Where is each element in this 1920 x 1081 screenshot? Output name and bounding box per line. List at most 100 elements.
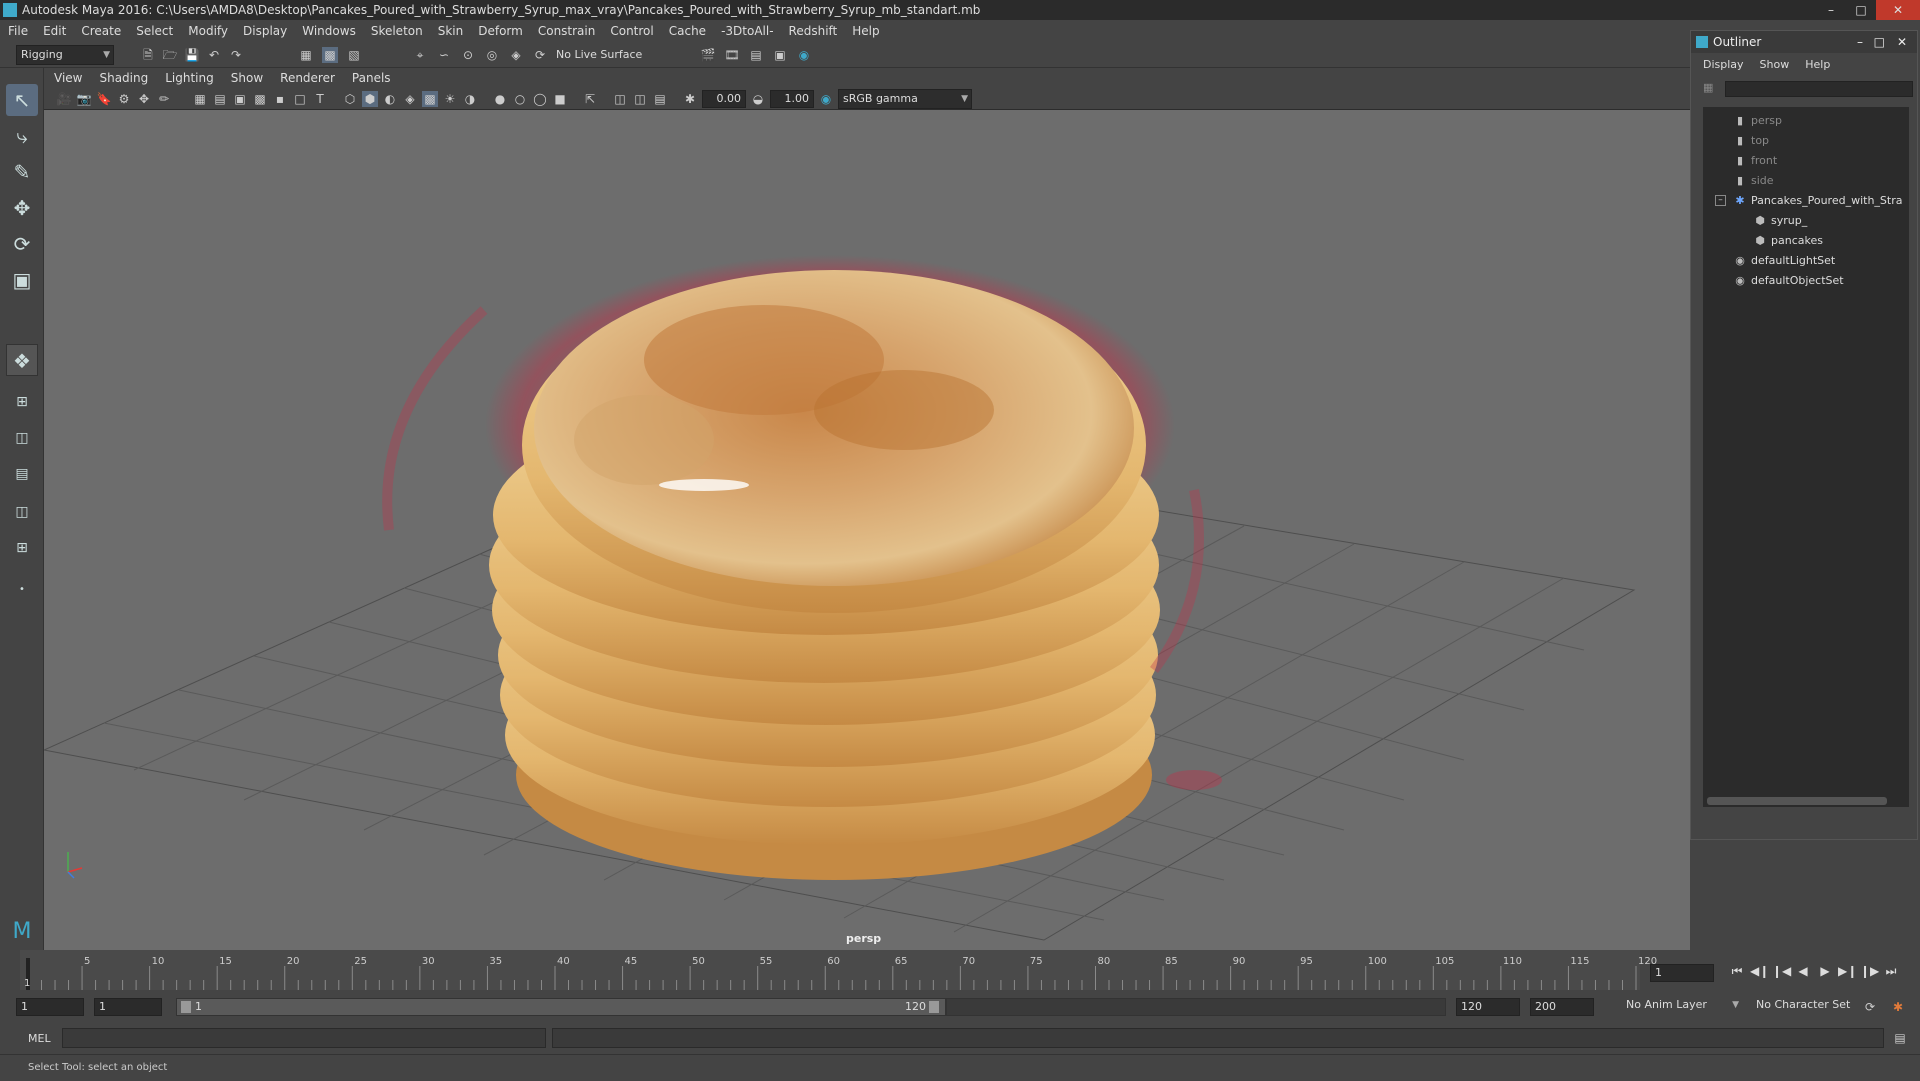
xray-icon[interactable]: ◫ — [612, 91, 628, 107]
snap-view-icon[interactable]: ◎ — [484, 47, 500, 63]
move-tool-icon[interactable]: ✥ — [6, 192, 38, 224]
panel-menu-shading[interactable]: Shading — [99, 71, 148, 85]
shadows-icon[interactable]: ◑ — [462, 91, 478, 107]
range-start-handle[interactable] — [181, 1001, 191, 1013]
close-icon[interactable]: ✕ — [1876, 0, 1920, 20]
step-forward-key-icon[interactable]: ❙▶ — [1860, 962, 1879, 980]
maximize-icon[interactable]: □ — [1846, 0, 1876, 20]
script-editor-icon[interactable]: ▤ — [1892, 1030, 1908, 1046]
outliner-search-input[interactable] — [1725, 81, 1913, 97]
exposure-field[interactable]: 0.00 — [702, 90, 746, 108]
scale-tool-icon[interactable]: ▣ — [6, 264, 38, 296]
panel-menu-renderer[interactable]: Renderer — [280, 71, 335, 85]
menu-create[interactable]: Create — [81, 24, 121, 38]
render-icon[interactable]: 🎬 — [700, 47, 716, 63]
maximize-icon[interactable]: □ — [1874, 31, 1885, 53]
scene-end-field[interactable]: 200 — [1530, 998, 1594, 1016]
undo-icon[interactable]: ↶ — [206, 47, 222, 63]
multisample-aa-icon[interactable]: ◯ — [532, 91, 548, 107]
panel-menu-panels[interactable]: Panels — [352, 71, 391, 85]
persp-outliner-layout-icon[interactable]: ◫ — [6, 422, 38, 454]
motion-blur-icon[interactable]: ○ — [512, 91, 528, 107]
step-back-key-icon[interactable]: ◀❙ — [1750, 962, 1769, 980]
menu-modify[interactable]: Modify — [188, 24, 228, 38]
save-scene-icon[interactable]: 💾 — [184, 47, 200, 63]
menu-edit[interactable]: Edit — [43, 24, 66, 38]
outliner-item[interactable]: ✱ Pancakes_Poured_with_Stra — [1733, 191, 1902, 211]
filter-icon[interactable]: ▦ — [1703, 81, 1713, 94]
isolate-select-icon[interactable]: ⇱ — [582, 91, 598, 107]
render-view-icon[interactable]: ◉ — [796, 47, 812, 63]
menu-file[interactable]: File — [8, 24, 28, 38]
panel-menu-view[interactable]: View — [54, 71, 82, 85]
anim-layer-dropdown[interactable]: No Anim Layer ▼ — [1622, 996, 1742, 1016]
menu-help[interactable]: Help — [852, 24, 879, 38]
rotate-tool-icon[interactable]: ⟳ — [6, 228, 38, 260]
snap-point-icon[interactable]: ⊙ — [460, 47, 476, 63]
menu-deform[interactable]: Deform — [478, 24, 523, 38]
xray-joints-icon[interactable]: ◫ — [632, 91, 648, 107]
outliner-item[interactable]: ◉ defaultObjectSet — [1733, 271, 1843, 291]
smooth-shade-icon[interactable]: ⬢ — [362, 91, 378, 107]
play-forward-icon[interactable]: ▶ — [1816, 962, 1834, 980]
resolution-gate-icon[interactable]: ▣ — [232, 91, 248, 107]
snap-surface-icon[interactable]: ◈ — [508, 47, 524, 63]
perspective-viewport[interactable]: persp — [44, 110, 1690, 950]
menuset-dropdown[interactable]: Rigging ▼ — [16, 45, 114, 65]
hypershade-icon[interactable]: ▣ — [772, 47, 788, 63]
animation-preferences-icon[interactable]: ✱ — [1890, 999, 1906, 1015]
menu-cache[interactable]: Cache — [669, 24, 706, 38]
step-back-frame-icon[interactable]: ❙◀ — [1772, 962, 1791, 980]
time-slider[interactable]: 5 10 15 20 25 30 35 40 45 50 55 60 65 70 75 80 85 90 95 100… — [0, 950, 1920, 990]
make-live-icon[interactable]: ⟳ — [532, 47, 548, 63]
outliner-item[interactable]: ⬢ pancakes — [1753, 231, 1823, 251]
command-input[interactable] — [62, 1028, 546, 1048]
go-to-end-icon[interactable]: ⏭ — [1882, 962, 1900, 980]
new-scene-icon[interactable]: 🗎 — [140, 47, 156, 63]
select-component-icon[interactable]: ▧ — [346, 47, 362, 63]
outliner-menu-help[interactable]: Help — [1805, 58, 1830, 71]
panel-menu-lighting[interactable]: Lighting — [165, 71, 214, 85]
collapse-icon[interactable]: – — [1715, 195, 1726, 206]
playback-end-field[interactable]: 120 — [1456, 998, 1520, 1016]
gate-mask-icon[interactable]: ▩ — [252, 91, 268, 107]
2d-pan-zoom-icon[interactable]: ✥ — [136, 91, 152, 107]
grease-pencil-icon[interactable]: ✏ — [156, 91, 172, 107]
persp-hypershade-layout-icon[interactable]: ◫ — [6, 496, 38, 528]
wireframe-icon[interactable]: ⬡ — [342, 91, 358, 107]
gamma-field[interactable]: 1.00 — [770, 90, 814, 108]
menu-windows[interactable]: Windows — [302, 24, 356, 38]
image-plane-icon[interactable]: ⚙ — [116, 91, 132, 107]
persp-graph-layout-icon[interactable]: ▤ — [6, 458, 38, 490]
single-perspective-layout-icon[interactable]: ❖ — [6, 344, 38, 376]
current-frame-field[interactable]: 1 — [1650, 964, 1714, 982]
menu-select[interactable]: Select — [136, 24, 173, 38]
depth-of-field-icon[interactable]: ■ — [552, 91, 568, 107]
auto-key-icon[interactable]: ⟳ — [1862, 999, 1878, 1015]
screen-space-ao-icon[interactable]: ● — [492, 91, 508, 107]
menu-control[interactable]: Control — [610, 24, 653, 38]
character-set-dropdown[interactable]: No Character Set — [1752, 996, 1864, 1016]
minimize-icon[interactable]: – — [1816, 0, 1846, 20]
menu-skin[interactable]: Skin — [438, 24, 464, 38]
persp-uv-layout-icon[interactable]: ⊞ — [6, 532, 38, 564]
go-to-start-icon[interactable]: ⏮ — [1728, 962, 1746, 980]
snap-grid-icon[interactable]: ⌖ — [412, 47, 428, 63]
outliner-menu-display[interactable]: Display — [1703, 58, 1744, 71]
outliner-item[interactable]: ▮ front — [1733, 151, 1777, 171]
textured-icon[interactable]: ▩ — [422, 91, 438, 107]
open-scene-icon[interactable]: 🗁 — [162, 47, 178, 63]
film-gate-icon[interactable]: ▤ — [212, 91, 228, 107]
outliner-item[interactable]: ⬢ syrup_ — [1753, 211, 1807, 231]
playback-start-field[interactable]: 1 — [94, 998, 162, 1016]
camera-attributes-icon[interactable]: 🎥 — [56, 91, 72, 107]
render-settings-icon[interactable]: ▤ — [748, 47, 764, 63]
outliner-item[interactable]: ▮ top — [1733, 131, 1769, 151]
menu-skeleton[interactable]: Skeleton — [371, 24, 423, 38]
field-chart-icon[interactable]: ▪ — [272, 91, 288, 107]
menu-display[interactable]: Display — [243, 24, 287, 38]
safe-action-icon[interactable]: □ — [292, 91, 308, 107]
outliner-item[interactable]: ▮ side — [1733, 171, 1774, 191]
outliner-item[interactable]: ▮ persp — [1733, 111, 1782, 131]
redo-icon[interactable]: ↷ — [228, 47, 244, 63]
